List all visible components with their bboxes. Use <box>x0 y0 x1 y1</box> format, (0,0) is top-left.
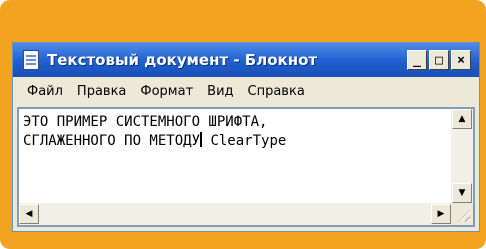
menu-format[interactable]: Формат <box>140 84 193 99</box>
notepad-window: Текстовый документ - Блокнот _ □ × Файл … <box>12 42 480 232</box>
text-line-2-start: СГЛАЖЕННОГО ПО МЕТОДУ <box>23 133 201 149</box>
notepad-icon[interactable] <box>23 50 39 70</box>
text-editor[interactable]: ЭТО ПРИМЕР СИСТЕМНОГО ШРИФТА, СГЛАЖЕННОГ… <box>17 107 475 227</box>
close-button[interactable]: × <box>451 50 471 70</box>
menu-bar: Файл Правка Формат Вид Справка <box>13 77 479 105</box>
maximize-button[interactable]: □ <box>429 50 449 70</box>
menu-help[interactable]: Справка <box>248 84 305 99</box>
menu-file[interactable]: Файл <box>27 84 63 99</box>
arrow-right-icon[interactable]: ▶ <box>431 204 451 224</box>
title-bar[interactable]: Текстовый документ - Блокнот _ □ × <box>13 43 479 77</box>
vertical-scrollbar[interactable]: ▲ ▼ <box>451 109 473 203</box>
arrow-down-icon[interactable]: ▼ <box>452 183 472 203</box>
text-line-1: ЭТО ПРИМЕР СИСТЕМНОГО ШРИФТА, <box>23 114 268 130</box>
menu-view[interactable]: Вид <box>207 84 233 99</box>
minimize-button[interactable]: _ <box>407 50 427 70</box>
text-area[interactable]: ЭТО ПРИМЕР СИСТЕМНОГО ШРИФТА, СГЛАЖЕННОГ… <box>19 109 451 203</box>
window-title: Текстовый документ - Блокнот <box>47 51 318 69</box>
horizontal-scrollbar[interactable]: ◀ ▶ <box>19 203 451 225</box>
arrow-left-icon[interactable]: ◀ <box>19 204 39 224</box>
text-line-2-end: ClearType <box>202 133 287 149</box>
arrow-up-icon[interactable]: ▲ <box>452 109 472 129</box>
resize-grip-icon[interactable] <box>451 203 473 225</box>
menu-edit[interactable]: Правка <box>77 84 126 99</box>
